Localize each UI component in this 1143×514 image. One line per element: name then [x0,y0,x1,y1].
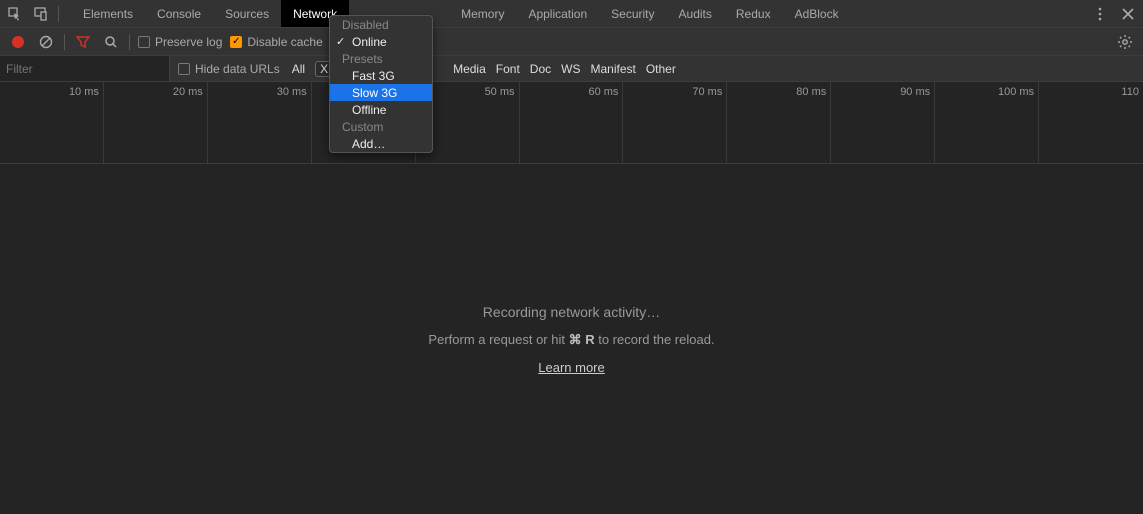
tab-audits[interactable]: Audits [667,0,724,27]
tab-memory[interactable]: Memory [449,0,516,27]
empty-hint: Perform a request or hit ⌘ R to record t… [428,332,714,348]
type-font[interactable]: Font [496,62,520,76]
tick: 60 ms [520,82,624,163]
search-icon[interactable] [101,32,121,52]
settings-icon[interactable] [1115,32,1135,52]
tick: 70 ms [623,82,727,163]
tick-label: 20 ms [173,86,203,98]
dd-header-presets: Presets [330,50,432,67]
toolbar-right [1115,32,1135,52]
filter-input[interactable] [0,56,170,81]
dd-item-slow3g[interactable]: Slow 3G [330,84,432,101]
dd-item-fast3g[interactable]: Fast 3G [330,67,432,84]
devtools-topbar: Elements Console Sources Network Memory … [0,0,1143,28]
tab-application[interactable]: Application [516,0,599,27]
tab-redux[interactable]: Redux [724,0,783,27]
tick-label: 90 ms [900,86,930,98]
kebab-icon[interactable] [1091,5,1109,23]
filter-bar: Hide data URLs All X Media Font Doc WS M… [0,56,1143,82]
type-manifest[interactable]: Manifest [590,62,635,76]
panel-tabs: Elements Console Sources Network Memory … [71,0,851,27]
type-doc[interactable]: Doc [530,62,551,76]
hint-post: to record the reload. [595,332,715,347]
throttle-dropdown: Disabled ✓ Online Presets Fast 3G Slow 3… [329,15,433,153]
dd-header-disabled: Disabled [330,16,432,33]
type-all[interactable]: All [292,62,305,76]
tick-label: 10 ms [69,86,99,98]
check-icon: ✓ [336,35,345,48]
timeline[interactable]: 10 ms 20 ms 30 ms 50 ms 60 ms 70 ms 80 m… [0,82,1143,164]
hint-pre: Perform a request or hit [428,332,568,347]
tick: 30 ms [208,82,312,163]
type-media[interactable]: Media [453,62,486,76]
filter-icon[interactable] [73,32,93,52]
tick-label: 80 ms [796,86,826,98]
hint-key: ⌘ R [569,332,595,347]
tick: 90 ms [831,82,935,163]
clear-icon[interactable] [36,32,56,52]
device-toggle-icon[interactable] [32,5,50,23]
divider [129,34,130,50]
close-icon[interactable] [1119,5,1137,23]
hide-data-urls-checkbox[interactable]: Hide data URLs [178,62,280,76]
tick-label: 100 ms [998,86,1034,98]
type-other[interactable]: Other [646,62,676,76]
inspect-icon[interactable] [6,5,24,23]
dd-header-custom: Custom [330,118,432,135]
learn-more-link[interactable]: Learn more [538,360,604,375]
tick: 10 ms [0,82,104,163]
dd-label: Online [352,35,387,49]
tick-label: 70 ms [692,86,722,98]
network-toolbar: Preserve log ✓ Disable cache [0,28,1143,56]
empty-title: Recording network activity… [483,304,660,320]
type-ws[interactable]: WS [561,62,580,76]
tab-console[interactable]: Console [145,0,213,27]
dd-item-add[interactable]: Add… [330,135,432,152]
tick-label: 50 ms [485,86,515,98]
divider [58,6,59,22]
tab-sources[interactable]: Sources [213,0,281,27]
topbar-right [1091,5,1143,23]
tick: 20 ms [104,82,208,163]
preserve-log-label: Preserve log [155,35,222,49]
tick: 80 ms [727,82,831,163]
tab-adblock[interactable]: AdBlock [783,0,851,27]
disable-cache-checkbox[interactable]: ✓ Disable cache [230,35,322,49]
record-button[interactable] [8,32,28,52]
dd-item-offline[interactable]: Offline [330,101,432,118]
tick: 110 [1039,82,1143,163]
tick-label: 30 ms [277,86,307,98]
hide-data-urls-label: Hide data URLs [195,62,280,76]
tick: 100 ms [935,82,1039,163]
preserve-log-checkbox[interactable]: Preserve log [138,35,222,49]
dd-item-online[interactable]: ✓ Online [330,33,432,50]
disable-cache-label: Disable cache [247,35,322,49]
tab-security[interactable]: Security [599,0,666,27]
network-empty-state: Recording network activity… Perform a re… [0,164,1143,375]
topbar-left [0,5,59,23]
tab-elements[interactable]: Elements [71,0,145,27]
tick-label: 60 ms [588,86,618,98]
divider [64,34,65,50]
tick-label: 110 [1121,86,1139,98]
